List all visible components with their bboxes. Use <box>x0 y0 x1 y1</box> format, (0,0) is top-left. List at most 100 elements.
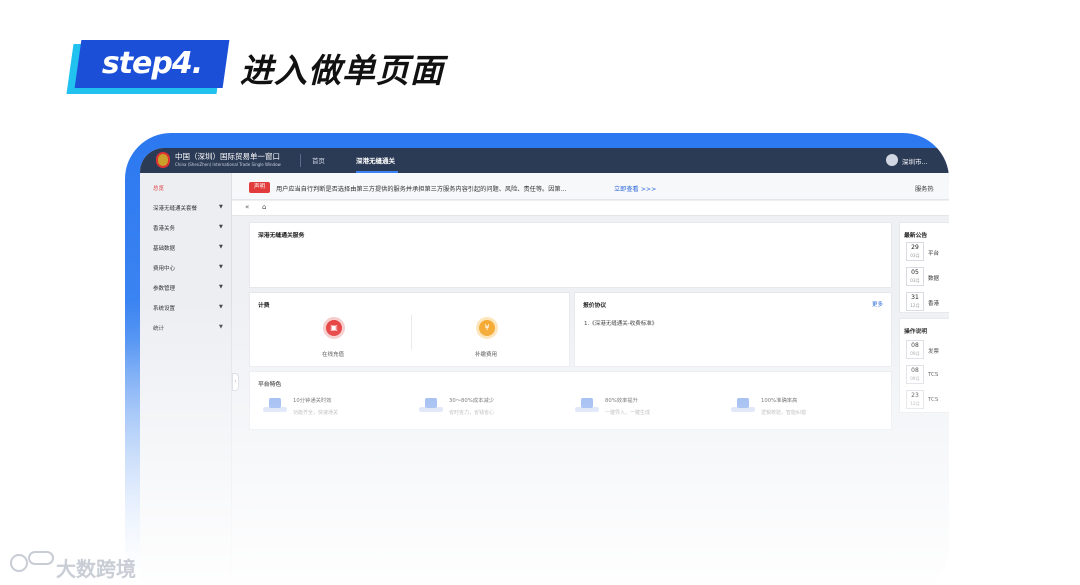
slide: step4. 进入做单页面 中国（深圳）国际贸易单一窗口 China (Shen… <box>0 0 1080 585</box>
caret-down-icon: ▼ <box>219 204 223 210</box>
nav-home[interactable]: 首页 <box>312 155 325 165</box>
portal-title: 中国（深圳）国际贸易单一窗口 <box>175 152 280 161</box>
service-card: 深港无缝通关服务 <box>249 222 892 288</box>
news-date: 29 03月 <box>906 242 924 261</box>
caret-down-icon: ▼ <box>219 224 223 230</box>
service-hotline: 服务热 <box>915 186 934 193</box>
date-day: 08 <box>911 367 919 374</box>
feature-title: 100%准确率高 <box>761 398 798 404</box>
date-month: 12月 <box>910 303 920 308</box>
feature-desc: 一键导入，一键生成 <box>605 410 651 416</box>
caret-down-icon: ▼ <box>219 264 223 270</box>
news-item[interactable]: 香港 <box>928 299 939 307</box>
news-item[interactable]: 平台 <box>928 249 939 257</box>
caret-down-icon: ▼ <box>219 324 223 330</box>
quote-protocol-card: 报价协议 更多 1.《深港无缝通关-收费标准》 <box>574 292 892 367</box>
sidebar: 总览 深港无缝通关套餐 ▼ 香港关务 ▼ 基础数据 ▼ 费用中心 ▼ 参数管理 … <box>140 173 232 585</box>
date-day: 29 <box>911 244 919 251</box>
guide-date: 08 09月 <box>906 365 924 384</box>
guide-panel: 操作说明 08 09月 发票 08 09月 TCS 23 12月 TCS <box>899 318 949 413</box>
service-card-title: 深港无缝通关服务 <box>258 233 305 239</box>
sidebar-item-base-data[interactable]: 基础数据 ▼ <box>140 238 232 258</box>
step-badge: step4. <box>66 40 230 95</box>
news-date: 31 12月 <box>906 292 924 311</box>
feature-desc: 功能齐全，快速通关 <box>293 410 339 416</box>
user-name[interactable]: 深圳市... <box>902 156 928 166</box>
sidebar-item-label: 参数管理 <box>153 286 176 292</box>
guide-item[interactable]: TCS <box>928 397 938 403</box>
sidebar-item-label: 总览 <box>153 186 165 192</box>
caret-down-icon: ▼ <box>219 284 223 290</box>
supplementary-payment-label[interactable]: 补缴费用 <box>475 350 497 358</box>
nav-seamless-clearance[interactable]: 深港无缝通关 <box>356 155 395 165</box>
double-chevron-left-icon[interactable]: « <box>245 203 249 211</box>
sidebar-item-hk-customs[interactable]: 香港关务 ▼ <box>140 218 232 238</box>
date-day: 23 <box>911 392 919 399</box>
top-navigation-bar: 中国（深圳）国际贸易单一窗口 China (ShenZhen) Internat… <box>140 148 949 173</box>
sidebar-item-label: 基础数据 <box>153 246 176 252</box>
sidebar-collapse-handle[interactable]: › <box>232 373 239 391</box>
sidebar-item-label: 深港无缝通关套餐 <box>153 206 198 212</box>
step-heading: 进入做单页面 <box>240 51 444 90</box>
notice-tag: 声明 <box>249 182 270 193</box>
date-day: 08 <box>911 342 919 349</box>
caret-down-icon: ▼ <box>219 244 223 250</box>
nav-divider <box>300 154 301 167</box>
notice-view-link[interactable]: 立即查看 >>> <box>614 184 656 193</box>
date-day: 05 <box>911 269 919 276</box>
feature-speed-icon <box>263 396 289 414</box>
guide-item[interactable]: TCS <box>928 372 938 378</box>
news-item[interactable]: 数据 <box>928 274 939 282</box>
sidebar-item-billing-center[interactable]: 费用中心 ▼ <box>140 258 232 278</box>
guide-item[interactable]: 发票 <box>928 347 939 355</box>
guide-date: 23 12月 <box>906 390 924 409</box>
guide-panel-title: 操作说明 <box>904 329 928 335</box>
date-month: 09月 <box>910 351 920 356</box>
billing-card-title: 计费 <box>258 303 270 309</box>
online-recharge-label[interactable]: 在线充值 <box>322 350 344 358</box>
date-day: 31 <box>911 294 919 301</box>
sidebar-item-params[interactable]: 参数管理 ▼ <box>140 278 232 298</box>
caret-down-icon: ▼ <box>219 304 223 310</box>
sidebar-item-overview[interactable]: 总览 <box>140 178 232 198</box>
news-panel: 最新公告 29 03月 平台 05 03月 数据 31 12月 香港 <box>899 222 949 313</box>
sidebar-item-package[interactable]: 深港无缝通关套餐 ▼ <box>140 198 232 218</box>
sidebar-item-settings[interactable]: 系统设置 ▼ <box>140 298 232 318</box>
features-card-title: 平台特色 <box>258 382 282 388</box>
protocol-item[interactable]: 1.《深港无缝通关-收费标准》 <box>584 319 657 327</box>
feature-cost-icon <box>419 396 445 414</box>
platform-features-card: 平台特色 10分钟通关时效 功能齐全，快速通关 30～80%成本减少 省时省力，… <box>249 371 892 430</box>
watermark-text: 大数跨境 <box>56 557 136 581</box>
feature-accuracy-icon <box>731 396 757 414</box>
money-bag-icon[interactable]: ¥ <box>476 317 498 339</box>
feature-desc: 逻辑校验，智能纠错 <box>761 410 807 416</box>
watermark-logo-icon <box>28 551 54 565</box>
guide-date: 08 09月 <box>906 340 924 359</box>
portal-subtitle: China (ShenZhen) International Trade Sin… <box>175 162 281 167</box>
billing-divider <box>411 315 412 350</box>
device-frame: 中国（深圳）国际贸易单一窗口 China (ShenZhen) Internat… <box>125 133 949 585</box>
protocol-card-title: 报价协议 <box>583 303 607 309</box>
app-screen: 中国（深圳）国际贸易单一窗口 China (ShenZhen) Internat… <box>140 148 949 585</box>
sidebar-item-label: 香港关务 <box>153 226 176 232</box>
feature-title: 80%效率提升 <box>605 398 638 404</box>
more-link[interactable]: 更多 <box>872 300 883 308</box>
watermark-logo-icon <box>10 554 28 572</box>
notice-text: 用户应当自行判断是否选择由第三方提供的服务并承担第三方服务内容引起的问题、风险、… <box>276 186 567 193</box>
notice-bar: 声明 用户应当自行判断是否选择由第三方提供的服务并承担第三方服务内容引起的问题、… <box>232 173 949 200</box>
breadcrumb: « ⌂ <box>232 201 949 216</box>
step-label: step4. <box>101 46 203 81</box>
feature-desc: 省时省力，省钱省心 <box>449 410 495 416</box>
sidebar-item-label: 系统设置 <box>153 306 176 312</box>
date-month: 03月 <box>910 278 920 283</box>
home-icon[interactable]: ⌂ <box>262 203 266 211</box>
sidebar-item-label: 统计 <box>153 326 165 332</box>
inbox-icon[interactable]: ▣ <box>323 317 345 339</box>
date-month: 09月 <box>910 376 920 381</box>
feature-title: 10分钟通关时效 <box>293 398 332 404</box>
feature-title: 30～80%成本减少 <box>449 398 494 404</box>
user-avatar-icon[interactable] <box>886 154 898 166</box>
sidebar-item-label: 费用中心 <box>153 266 176 272</box>
sidebar-item-statistics[interactable]: 统计 ▼ <box>140 318 232 338</box>
date-month: 12月 <box>910 401 920 406</box>
